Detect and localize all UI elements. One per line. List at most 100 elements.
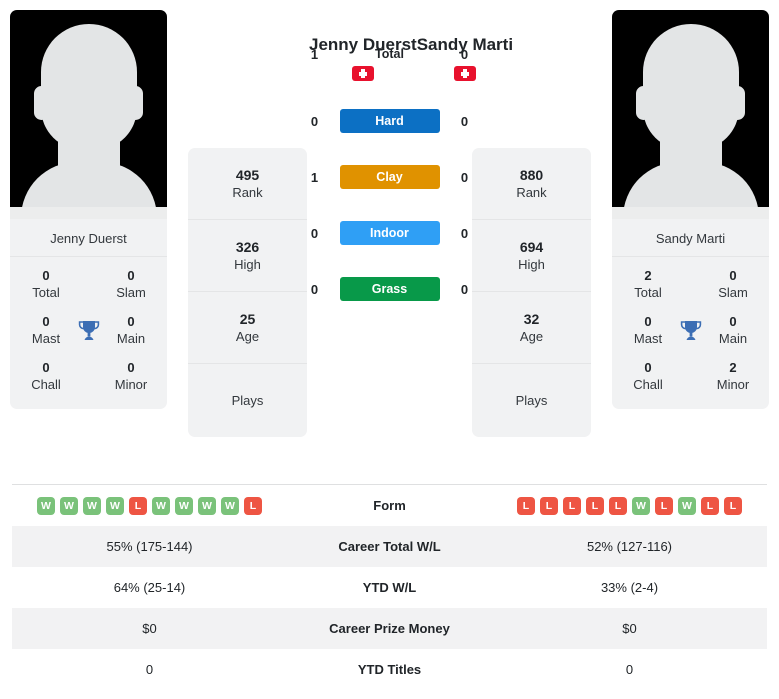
ytd-titles-left: 0 xyxy=(145,662,154,677)
table-label-career-total-wl: Career Total W/L xyxy=(338,539,441,554)
titles-mast-left: 0 Mast xyxy=(20,314,72,347)
titles-chall-left: 0 Chall xyxy=(20,360,72,393)
ytd-wl-right: 33% (2-4) xyxy=(600,580,659,595)
stat-age-right: 32 Age xyxy=(472,292,591,364)
titles-minor-label-right: Minor xyxy=(716,377,750,392)
form-badge-win: W xyxy=(678,496,696,515)
stat-rank-value-right: 880 xyxy=(519,166,544,183)
titles-chall-value-right: 0 xyxy=(644,360,652,375)
h2h-row-indoor: 0 Indoor 0 xyxy=(302,205,478,261)
stat-high-right: 694 High xyxy=(472,220,591,292)
titles-main-label-left: Main xyxy=(116,331,146,346)
career-total-wl-left: 55% (175-144) xyxy=(106,539,193,554)
ytd-titles-right: 0 xyxy=(625,662,634,677)
titles-minor-value-left: 0 xyxy=(127,360,135,375)
avatar-silhouette-ear-right xyxy=(128,86,143,120)
career-prize-money-left: $0 xyxy=(142,621,157,636)
stat-plays-label-right: Plays xyxy=(515,393,548,408)
titles-mast-label-right: Mast xyxy=(633,331,663,346)
h2h-total-left-count: 1 xyxy=(310,46,319,62)
stat-rank-value-left: 495 xyxy=(235,166,260,183)
titles-chall-value-left: 0 xyxy=(42,360,50,375)
career-total-wl-right: 52% (127-116) xyxy=(586,539,673,554)
table-label-ytd-titles: YTD Titles xyxy=(357,662,422,677)
stat-high-label-left: High xyxy=(234,256,261,272)
form-badge-loss: L xyxy=(563,496,581,515)
titles-total-value-left: 0 xyxy=(42,268,50,283)
h2h-hard-right-count: 0 xyxy=(460,113,469,129)
h2h-surface-hard-button[interactable]: Hard xyxy=(339,109,440,133)
stat-column-right: 880 Rank 694 High 32 Age Plays xyxy=(472,148,591,437)
form-badge-loss: L xyxy=(540,496,558,515)
form-badge-win: W xyxy=(198,496,216,515)
form-badge-loss: L xyxy=(701,496,719,515)
form-badge-win: W xyxy=(221,496,239,515)
titles-slam-label-left: Slam xyxy=(116,285,146,300)
stat-age-label-left: Age xyxy=(235,328,260,344)
titles-mast-label-left: Mast xyxy=(31,331,61,346)
stat-plays-left: Plays xyxy=(188,364,307,437)
form-badge-win: W xyxy=(175,496,193,515)
h2h-indoor-left-count: 0 xyxy=(310,225,319,241)
h2h-surface-indoor-button[interactable]: Indoor xyxy=(339,221,440,245)
player-photo-left xyxy=(10,10,167,219)
titles-row-total-slam-right: 2 Total 0 Slam xyxy=(612,261,769,307)
stat-high-left: 326 High xyxy=(188,220,307,292)
titles-grid-left: 0 Total 0 Slam 0 Mast 0 Main 0 Chall 0 M… xyxy=(10,257,167,409)
trophy-icon xyxy=(74,319,104,343)
titles-mast-value-left: 0 xyxy=(42,314,50,329)
stat-age-left: 25 Age xyxy=(188,292,307,364)
h2h-surface-grass-button[interactable]: Grass xyxy=(339,277,440,301)
photo-bottom-fade xyxy=(10,207,167,219)
titles-row-mast-main-right: 0 Mast 0 Main xyxy=(612,307,769,353)
stat-plays-right: Plays xyxy=(472,364,591,437)
table-row-ytd-titles: 0 YTD Titles 0 xyxy=(12,649,767,690)
titles-total-value-right: 2 xyxy=(644,268,652,283)
stat-high-value-left: 326 xyxy=(235,238,260,255)
player-card-left: Jenny Duerst 0 Total 0 Slam 0 Mast 0 Mai… xyxy=(10,10,167,409)
head-to-head-panel: 1 Total 0 0 Hard 0 1 Clay 0 0 Indoor 0 0… xyxy=(302,37,478,317)
table-row-career-total-wl: 55% (175-144) Career Total W/L 52% (127-… xyxy=(12,526,767,567)
titles-slam-value-right: 0 xyxy=(729,268,737,283)
stat-rank-left: 495 Rank xyxy=(188,148,307,220)
titles-total-label-left: Total xyxy=(32,285,60,300)
player-card-name-right: Sandy Marti xyxy=(612,219,769,257)
h2h-row-grass: 0 Grass 0 xyxy=(302,261,478,317)
stat-age-value-left: 25 xyxy=(239,310,256,327)
titles-row-chall-minor-left: 0 Chall 0 Minor xyxy=(10,353,167,399)
titles-total-left: 0 Total xyxy=(20,268,72,301)
titles-mast-value-right: 0 xyxy=(644,314,652,329)
h2h-row-hard: 0 Hard 0 xyxy=(302,93,478,149)
stat-high-value-right: 694 xyxy=(519,238,544,255)
h2h-grass-left-count: 0 xyxy=(310,281,319,297)
titles-minor-label-left: Minor xyxy=(114,377,148,392)
avatar-silhouette-ear-left xyxy=(34,86,49,120)
table-row-career-prize-money: $0 Career Prize Money $0 xyxy=(12,608,767,649)
titles-total-right: 2 Total xyxy=(622,268,674,301)
form-badge-loss: L xyxy=(244,496,262,515)
titles-row-mast-main-left: 0 Mast 0 Main xyxy=(10,307,167,353)
form-badge-loss: L xyxy=(517,496,535,515)
titles-slam-left: 0 Slam xyxy=(105,268,157,301)
career-prize-money-right: $0 xyxy=(622,621,637,636)
h2h-surface-clay-button[interactable]: Clay xyxy=(339,165,440,189)
swiss-flag-icon-left xyxy=(351,66,374,81)
form-badge-loss: L xyxy=(129,496,147,515)
form-badges-left: WWWWLWWWWL xyxy=(12,496,287,515)
comparison-table: WWWWLWWWWL Form LLLLLWLWLL 55% (175-144)… xyxy=(12,484,767,690)
form-badge-win: W xyxy=(632,496,650,515)
h2h-hard-left-count: 0 xyxy=(310,113,319,129)
table-label-ytd-wl: YTD W/L xyxy=(362,580,417,595)
player-comparison-page: Jenny Duerst 0 Total 0 Slam 0 Mast 0 Mai… xyxy=(0,0,779,699)
h2h-row-clay: 1 Clay 0 xyxy=(302,149,478,205)
player-card-name-left: Jenny Duerst xyxy=(10,219,167,257)
titles-main-left: 0 Main xyxy=(105,314,157,347)
form-badge-win: W xyxy=(106,496,124,515)
titles-slam-value-left: 0 xyxy=(127,268,135,283)
form-badge-loss: L xyxy=(586,496,604,515)
form-badge-win: W xyxy=(37,496,55,515)
titles-row-chall-minor-right: 0 Chall 2 Minor xyxy=(612,353,769,399)
titles-minor-left: 0 Minor xyxy=(105,360,157,393)
titles-row-total-slam-left: 0 Total 0 Slam xyxy=(10,261,167,307)
titles-slam-right: 0 Slam xyxy=(707,268,759,301)
